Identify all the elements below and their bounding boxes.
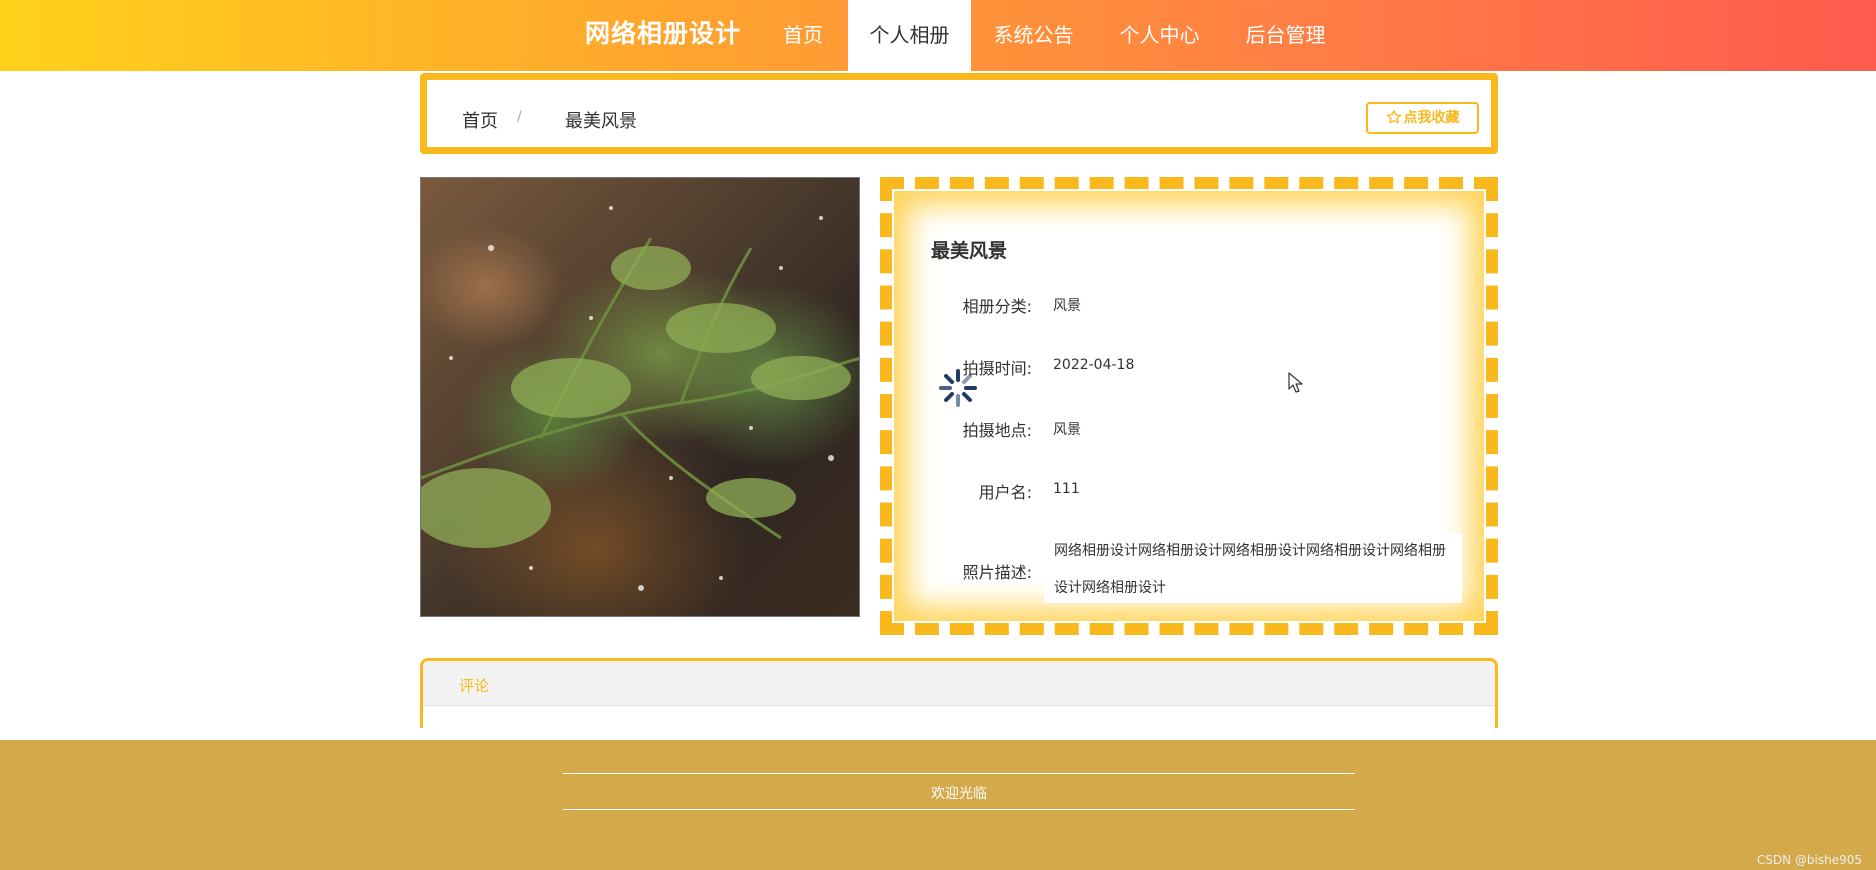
top-navigation: 网络相册设计 首页 个人相册 系统公告 个人中心 后台管理 (0, 0, 1876, 71)
favorite-button-label: 点我收藏 (1403, 110, 1460, 126)
category-label: 相册分类: (962, 297, 1032, 316)
nav-item-admin[interactable]: 后台管理 (1232, 0, 1339, 71)
description-value: 网络相册设计网络相册设计网络相册设计网络相册设计网络相册设计网络相册设计 (1044, 533, 1462, 603)
location-label: 拍摄地点: (962, 421, 1032, 440)
site-brand[interactable]: 网络相册设计 (585, 0, 741, 71)
category-value: 风景 (1053, 298, 1081, 314)
nav-item-home[interactable]: 首页 (768, 0, 838, 71)
footer-divider-top (563, 773, 1355, 774)
location-value: 风景 (1053, 422, 1081, 438)
star-outline-icon (1386, 110, 1401, 124)
photo-title: 最美风景 (931, 240, 1008, 262)
comments-panel: 评论 (420, 658, 1498, 728)
mouse-cursor-icon (1288, 372, 1303, 393)
nav-item-personal-center[interactable]: 个人中心 (1106, 0, 1213, 71)
watermark: CSDN @bishe905 (1756, 853, 1862, 867)
loading-spinner-icon (939, 369, 977, 407)
breadcrumb-separator: / (517, 109, 522, 125)
footer-welcome-text: 欢迎光临 (931, 786, 987, 802)
username-label: 用户名: (978, 483, 1032, 502)
nav-item-announcements[interactable]: 系统公告 (980, 0, 1087, 71)
footer-divider-bottom (563, 809, 1355, 810)
album-photo (420, 177, 860, 617)
breadcrumb-home[interactable]: 首页 (462, 107, 498, 133)
footer: 欢迎光临 CSDN @bishe905 (0, 740, 1876, 870)
comments-title[interactable]: 评论 (459, 675, 489, 696)
nav-item-personal-album[interactable]: 个人相册 (848, 0, 971, 71)
photo-scene (421, 206, 859, 591)
comments-header[interactable]: 评论 (423, 661, 1495, 706)
shot-time-value: 2022-04-18 (1053, 357, 1135, 373)
breadcrumb: 首页 / 最美风景 点我收藏 (420, 73, 1498, 154)
photo-details-inner: 最美风景 相册分类: 风景 拍摄时间: 2022-04-18 拍摄地点: 风景 … (894, 191, 1484, 621)
favorite-button[interactable]: 点我收藏 (1366, 102, 1479, 134)
username-value: 111 (1053, 481, 1080, 497)
description-label: 照片描述: (962, 563, 1032, 582)
breadcrumb-current: 最美风景 (565, 111, 637, 132)
